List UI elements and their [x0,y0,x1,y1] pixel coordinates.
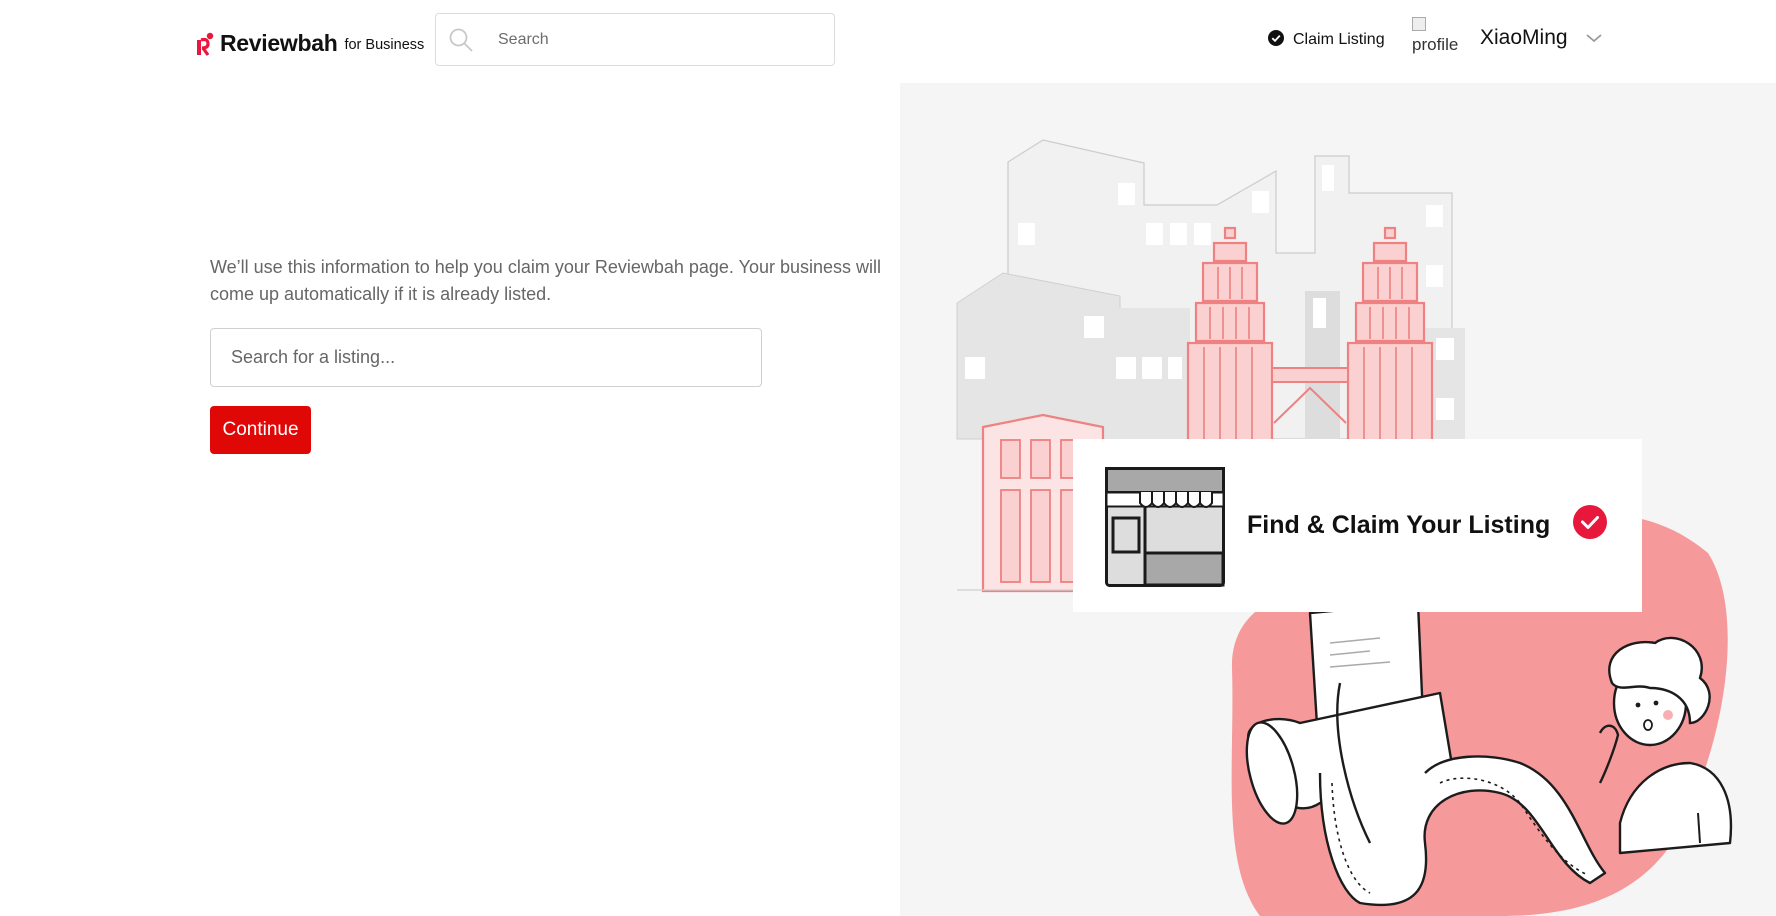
claim-listing-link[interactable]: Claim Listing [1268,28,1385,52]
reviewbah-logo-icon [196,32,214,56]
username[interactable]: XiaoMing [1480,26,1568,50]
claim-listing-label: Claim Listing [1293,31,1385,48]
check-circle-icon [1268,30,1284,50]
card-title: Find & Claim Your Listing [1247,511,1551,539]
claim-listing-illustration: Find & Claim Your Listing [900,83,1776,916]
continue-button[interactable]: Continue [210,406,311,454]
reviewbah-logo[interactable]: Reviewbah for Business [196,26,424,56]
intro-text: We’ll use this information to help you c… [210,257,882,304]
listing-search-input[interactable] [229,346,733,369]
header-search-input[interactable] [496,29,800,50]
top-header: Reviewbah for Business Claim Listing [0,0,1776,80]
logo-suffix-text: for Business [344,37,425,53]
avatar[interactable]: profile [1412,17,1462,55]
logo-brand-text: Reviewbah [220,30,338,56]
listing-search-box[interactable] [210,328,762,387]
header-search-box[interactable] [435,13,835,66]
chevron-down-icon[interactable] [1584,30,1604,46]
find-claim-card: Find & Claim Your Listing [1073,439,1642,612]
search-icon [448,27,474,53]
avatar-alt-text: profile [1412,35,1459,54]
claim-listing-page: Reviewbah for Business Claim Listing [0,0,1776,916]
broken-image-icon [1412,17,1426,31]
